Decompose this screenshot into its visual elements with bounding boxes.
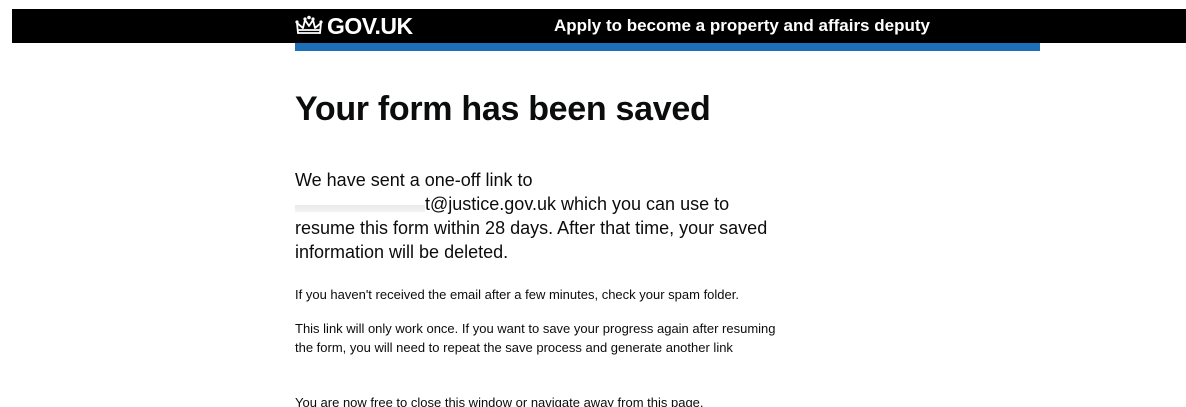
logo-text: GOV.UK bbox=[327, 13, 413, 39]
spam-folder-paragraph: If you haven't received the email after … bbox=[295, 287, 739, 302]
main-content: Your form has been saved We have sent a … bbox=[295, 84, 815, 407]
redacted-email-part bbox=[295, 194, 425, 212]
lead-text-before: We have sent a one-off link to bbox=[295, 170, 533, 190]
page-title: Your form has been saved bbox=[295, 90, 711, 128]
page: GOV.UK Apply to become a property and af… bbox=[0, 0, 1186, 407]
header-accent-bar bbox=[295, 43, 1040, 51]
service-name-link[interactable]: Apply to become a property and affairs d… bbox=[554, 13, 930, 39]
lead-paragraph: We have sent a one-off link to t@justice.… bbox=[295, 168, 775, 264]
govuk-logo-link[interactable]: GOV.UK bbox=[295, 12, 413, 40]
email-domain: t@justice.gov.uk bbox=[425, 194, 556, 214]
site-header: GOV.UK Apply to become a property and af… bbox=[12, 9, 1186, 43]
close-window-paragraph: You are now free to close this window or… bbox=[295, 395, 704, 407]
crown-icon bbox=[295, 15, 323, 37]
link-once-paragraph: This link will only work once. If you wa… bbox=[295, 321, 776, 355]
